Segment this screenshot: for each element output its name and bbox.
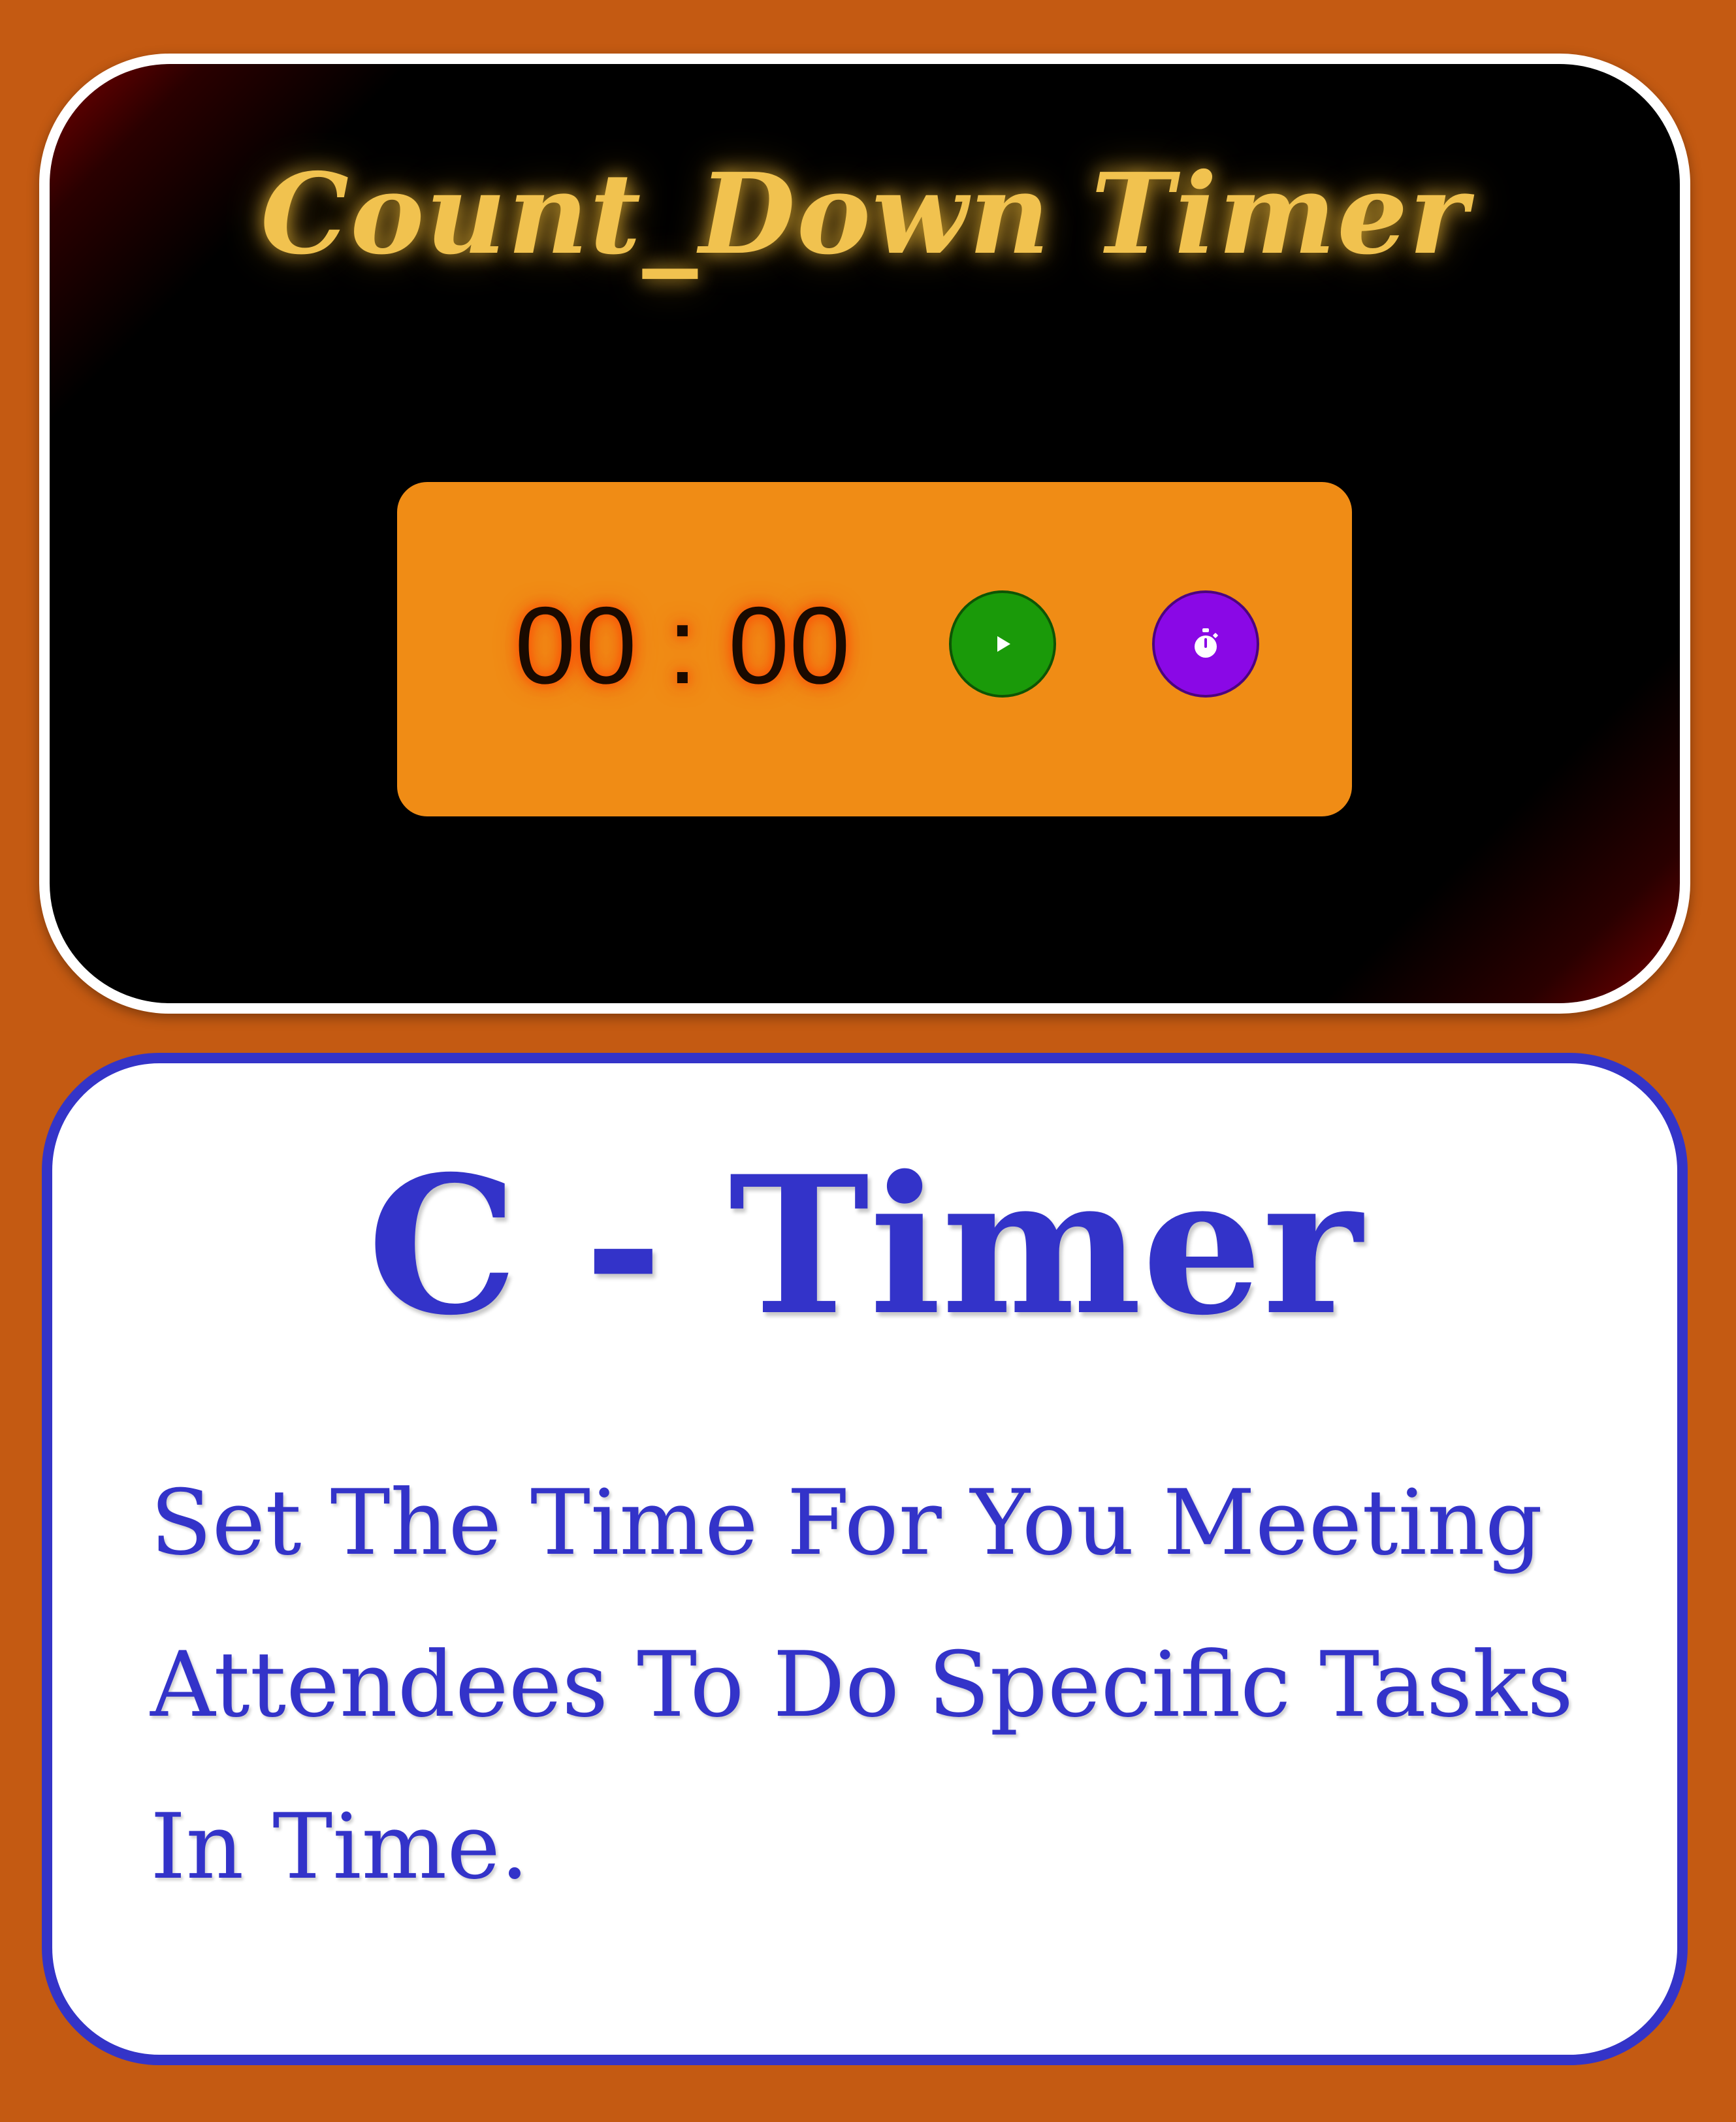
timer-app-screenshot: Count_Down Timer 00 : 00 <box>39 54 1690 1014</box>
timer-panel: 00 : 00 <box>397 482 1352 816</box>
info-heading: C - Timer <box>367 1135 1362 1357</box>
info-card: C - Timer Set The Time For You Meeting A… <box>42 1053 1688 2065</box>
stopwatch-icon <box>1195 628 1218 658</box>
stopwatch-button[interactable] <box>1152 590 1259 698</box>
timer-display: 00 : 00 <box>515 584 850 707</box>
play-icon <box>997 636 1010 652</box>
app-title: Count_Down Timer <box>260 149 1470 280</box>
info-description: Set The Time For You Meeting Attendees T… <box>150 1470 1573 1899</box>
play-button[interactable] <box>949 590 1056 698</box>
